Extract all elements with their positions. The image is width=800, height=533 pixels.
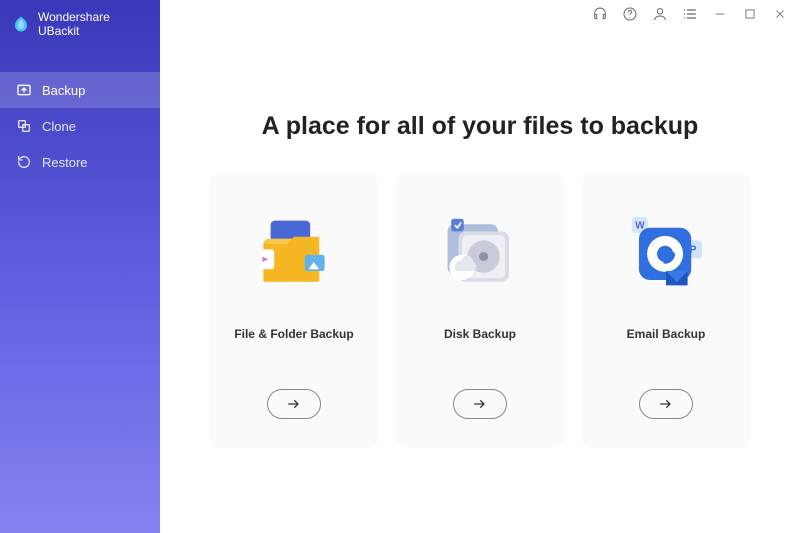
brand-logo-icon xyxy=(12,15,30,33)
page-title: A place for all of your files to backup xyxy=(262,112,699,141)
sidebar-item-clone[interactable]: Clone xyxy=(0,108,160,144)
sidebar: Wondershare UBackit Backup Clone Restore xyxy=(0,0,160,533)
arrow-button[interactable] xyxy=(639,389,693,419)
sidebar-item-label: Restore xyxy=(42,155,88,170)
user-icon[interactable] xyxy=(652,6,668,22)
brand: Wondershare UBackit xyxy=(0,0,160,48)
main: A place for all of your files to backup … xyxy=(160,0,800,533)
minimize-icon[interactable] xyxy=(712,6,728,22)
folder-icon xyxy=(244,203,344,303)
cards: File & Folder Backup xyxy=(209,173,751,448)
arrow-button[interactable] xyxy=(267,389,321,419)
maximize-icon[interactable] xyxy=(742,6,758,22)
clone-icon xyxy=(16,118,32,134)
close-icon[interactable] xyxy=(772,6,788,22)
card-label: Disk Backup xyxy=(444,327,516,341)
topbar xyxy=(160,0,800,28)
help-icon[interactable] xyxy=(622,6,638,22)
restore-icon xyxy=(16,154,32,170)
brand-name: Wondershare UBackit xyxy=(38,10,148,38)
headset-icon[interactable] xyxy=(592,6,608,22)
sidebar-item-label: Clone xyxy=(42,119,76,134)
content: A place for all of your files to backup … xyxy=(160,28,800,533)
card-label: Email Backup xyxy=(627,327,706,341)
sidebar-item-label: Backup xyxy=(42,83,85,98)
sidebar-item-restore[interactable]: Restore xyxy=(0,144,160,180)
card-email-backup[interactable]: W P Email Backup xyxy=(581,173,751,448)
backup-icon xyxy=(16,82,32,98)
nav: Backup Clone Restore xyxy=(0,72,160,180)
sidebar-item-backup[interactable]: Backup xyxy=(0,72,160,108)
card-label: File & Folder Backup xyxy=(234,327,353,341)
email-icon: W P xyxy=(616,203,716,303)
disk-icon xyxy=(430,203,530,303)
list-icon[interactable] xyxy=(682,6,698,22)
card-file-folder-backup[interactable]: File & Folder Backup xyxy=(209,173,379,448)
card-disk-backup[interactable]: Disk Backup xyxy=(395,173,565,448)
arrow-button[interactable] xyxy=(453,389,507,419)
